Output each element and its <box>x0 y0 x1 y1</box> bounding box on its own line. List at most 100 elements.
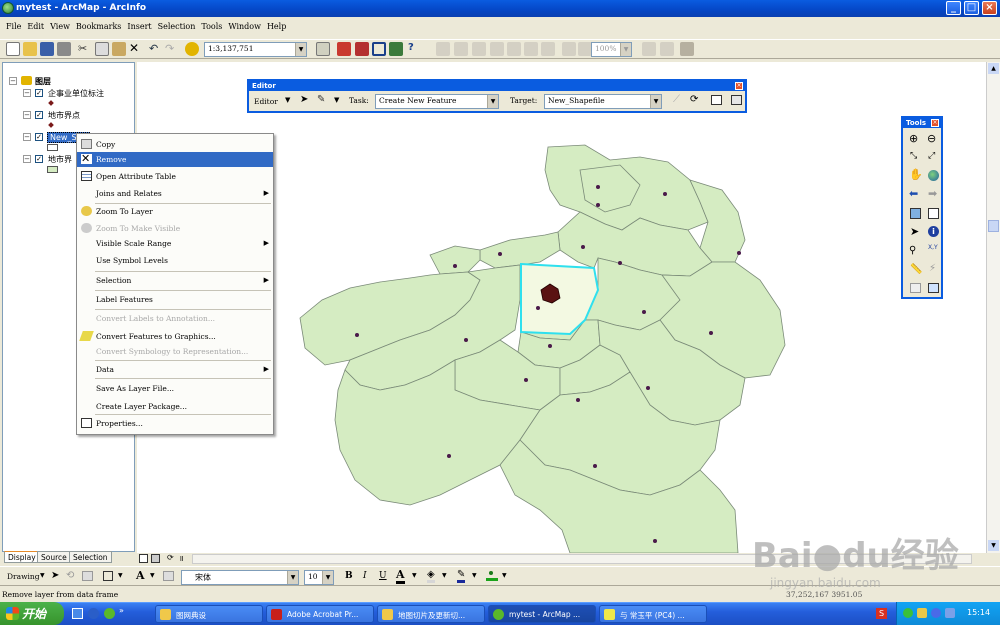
create-viewer-icon[interactable] <box>928 283 939 293</box>
pan-icon[interactable]: ✋ <box>909 168 923 181</box>
pause-drawing-icon[interactable]: ॥ <box>179 553 184 564</box>
menu-item-properties[interactable]: Properties... <box>77 416 273 431</box>
change-layout-icon[interactable] <box>680 42 694 56</box>
menu-view[interactable]: View <box>50 22 70 31</box>
tray-volume-icon[interactable] <box>945 608 955 618</box>
copy-icon[interactable] <box>95 42 109 56</box>
map-vertical-scrollbar[interactable]: ▲ ▼ <box>986 62 1000 553</box>
select-features-icon[interactable] <box>910 208 921 219</box>
bold-button[interactable]: B <box>345 571 353 581</box>
measure-icon[interactable]: 📏 <box>910 264 922 275</box>
menu-tools[interactable]: Tools <box>201 22 222 31</box>
editor-menu[interactable]: Editor <box>254 97 278 106</box>
refresh-icon[interactable]: ⟳ <box>167 553 174 562</box>
arccatalog-icon[interactable] <box>355 42 369 56</box>
menu-insert[interactable]: Insert <box>127 22 151 31</box>
menu-file[interactable]: File <box>6 22 21 31</box>
taskbar-item[interactable]: Adobe Acrobat Pr... <box>266 605 374 623</box>
scroll-down-icon[interactable]: ▼ <box>988 540 999 551</box>
zoom-in-icon[interactable]: ⊕ <box>909 132 918 145</box>
scroll-thumb[interactable] <box>988 220 999 232</box>
tab-display[interactable]: Display <box>4 551 40 563</box>
quicklaunch-arcmap-icon[interactable] <box>104 608 115 619</box>
collapse-icon[interactable]: − <box>9 77 17 85</box>
editor-toolbar-icon[interactable] <box>316 42 330 56</box>
layout-view-icon[interactable] <box>151 554 160 563</box>
select-elements-icon[interactable]: ➤ <box>910 225 919 238</box>
go-to-xy-icon[interactable]: X,Y <box>928 244 938 251</box>
arctoolbox-icon[interactable] <box>337 42 351 56</box>
underline-button[interactable]: U <box>379 571 387 581</box>
chevron-down-icon[interactable]: ▼ <box>150 572 155 579</box>
taskbar-item[interactable]: 地图切片及更新切... <box>377 605 485 623</box>
tab-selection[interactable]: Selection <box>69 551 112 563</box>
cut-icon[interactable]: ✂ <box>78 42 92 56</box>
font-size-combo[interactable]: 10 ▼ <box>304 570 334 585</box>
command-line-icon[interactable] <box>372 42 386 56</box>
close-button[interactable]: × <box>982 1 997 15</box>
menu-item-copy[interactable]: Copy <box>77 137 273 152</box>
chevron-down-icon[interactable]: ▼ <box>502 572 507 579</box>
rectangle-tool-icon[interactable] <box>103 571 113 581</box>
chevron-down-icon[interactable]: ▼ <box>285 96 290 104</box>
collapse-icon[interactable]: − <box>23 133 31 141</box>
menu-bookmarks[interactable]: Bookmarks <box>76 22 122 31</box>
chevron-down-icon[interactable]: ▼ <box>118 572 123 579</box>
layer-visibility-checkbox[interactable]: ✓ <box>35 133 43 141</box>
print-icon[interactable] <box>57 42 71 56</box>
find-icon[interactable]: ⚲ <box>909 245 916 256</box>
marker-color-icon[interactable] <box>489 571 493 575</box>
menu-item-data[interactable]: Data ▶ <box>77 362 273 377</box>
fill-color-icon[interactable]: ◈ <box>427 569 435 583</box>
chevron-down-icon[interactable]: ▼ <box>40 572 45 579</box>
full-extent-icon[interactable] <box>928 170 939 181</box>
menu-item-open-attribute-table[interactable]: Open Attribute Table <box>77 169 273 184</box>
menu-help[interactable]: Help <box>267 22 286 31</box>
text-tool-icon[interactable]: A <box>136 569 145 582</box>
rotate-tool-icon[interactable]: ⟳ <box>690 94 698 105</box>
menu-item-joins-and-relates[interactable]: Joins and Relates ▶ <box>77 186 273 201</box>
menu-item-create-layer-package[interactable]: Create Layer Package... <box>77 399 273 414</box>
layer-name-qishiye[interactable]: 企事业单位标注 <box>48 88 104 99</box>
quicklaunch-ie-icon[interactable] <box>88 608 99 619</box>
menu-item-zoom-to-layer[interactable]: Zoom To Layer <box>77 204 273 219</box>
select-elements-icon[interactable]: ➤ <box>51 570 59 581</box>
layer-visibility-checkbox[interactable]: ✓ <box>35 111 43 119</box>
quicklaunch-overflow-icon[interactable]: » <box>119 606 124 615</box>
data-view-icon[interactable] <box>139 554 148 563</box>
model-builder-icon[interactable] <box>389 42 403 56</box>
zoom-out-icon[interactable]: ⊖ <box>927 132 936 145</box>
tab-source[interactable]: Source <box>37 551 71 563</box>
new-document-icon[interactable] <box>6 42 20 56</box>
whats-this-icon[interactable]: ? <box>408 42 422 56</box>
collapse-icon[interactable]: − <box>23 89 31 97</box>
layer-name-dishijie[interactable]: 地市界 <box>48 154 72 165</box>
italic-button[interactable]: I <box>363 571 367 581</box>
menu-item-label-features[interactable]: Label Features <box>77 292 273 307</box>
task-combo[interactable]: Create New Feature ▼ <box>375 94 499 109</box>
layer-visibility-checkbox[interactable]: ✓ <box>35 89 43 97</box>
layer-name-dishijiedian[interactable]: 地市界点 <box>48 110 80 121</box>
taskbar-item[interactable]: mytest - ArcMap ... <box>488 605 596 623</box>
font-color-icon[interactable]: A <box>396 568 405 584</box>
menu-item-selection[interactable]: Selection ▶ <box>77 273 273 288</box>
menu-item-visible-scale-range[interactable]: Visible Scale Range ▶ <box>77 236 273 251</box>
toc-root-label[interactable]: 图层 <box>35 76 51 87</box>
fixed-zoom-in-icon[interactable]: ⤡ <box>910 151 917 161</box>
collapse-icon[interactable]: − <box>23 111 31 119</box>
menu-edit[interactable]: Edit <box>27 22 44 31</box>
delete-icon[interactable]: ✕ <box>129 41 143 55</box>
line-color-icon[interactable]: ✎ <box>457 569 466 583</box>
tray-network-icon[interactable] <box>903 608 913 618</box>
minimize-button[interactable]: _ <box>946 1 961 15</box>
paste-icon[interactable] <box>112 42 126 56</box>
collapse-icon[interactable]: − <box>23 155 31 163</box>
menu-item-save-as-layer-file[interactable]: Save As Layer File... <box>77 381 273 396</box>
chevron-down-icon[interactable]: ▼ <box>412 572 417 579</box>
scroll-up-icon[interactable]: ▲ <box>988 63 999 74</box>
chevron-down-icon[interactable]: ▼ <box>472 572 477 579</box>
layer-visibility-checkbox[interactable]: ✓ <box>35 155 43 163</box>
menu-item-convert-features[interactable]: Convert Features to Graphics... <box>77 329 273 344</box>
quicklaunch-desktop-icon[interactable] <box>72 608 83 619</box>
chevron-down-icon[interactable]: ▼ <box>442 572 447 579</box>
